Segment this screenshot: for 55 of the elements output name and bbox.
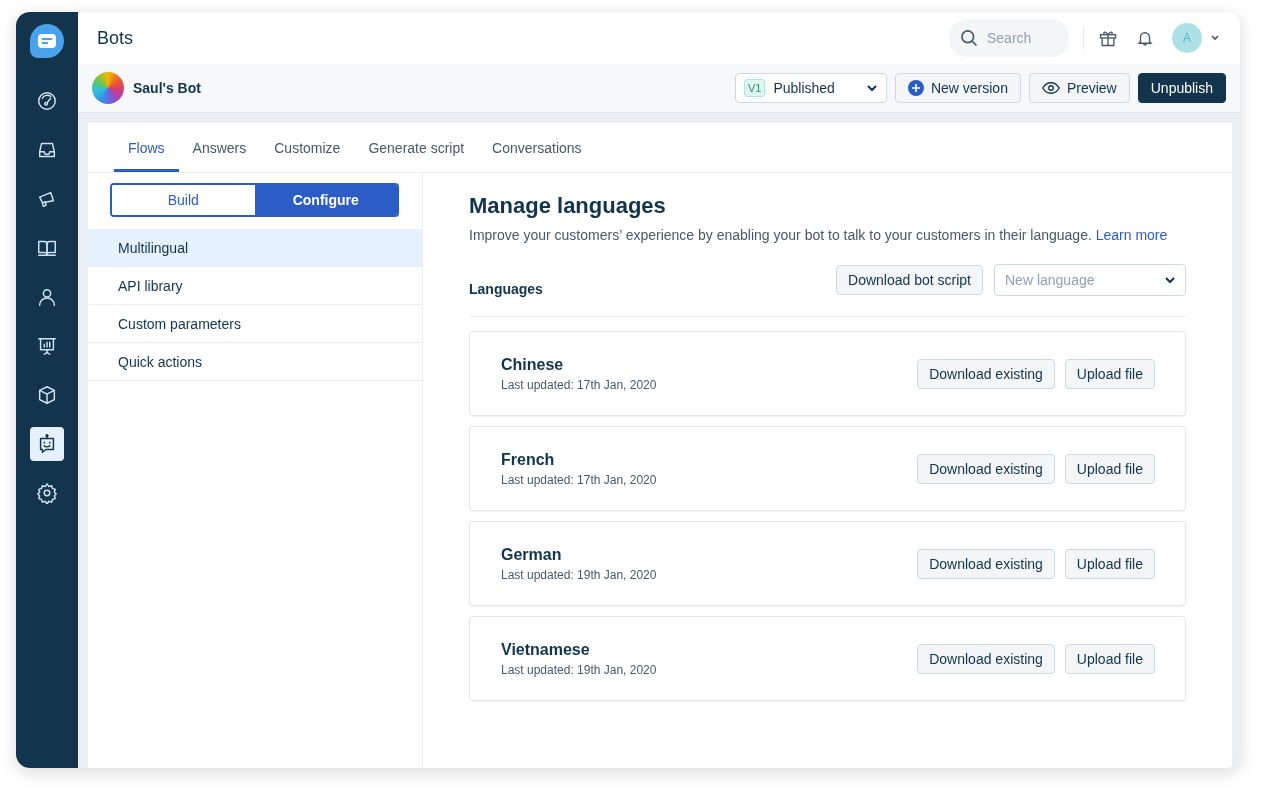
chevron-down-icon[interactable] bbox=[1210, 34, 1220, 42]
tab[interactable]: Answers bbox=[178, 123, 261, 172]
gift-icon bbox=[1098, 28, 1118, 48]
gauge-icon bbox=[36, 90, 58, 112]
page-title: Bots bbox=[97, 27, 135, 49]
presentation-chart-icon bbox=[36, 335, 58, 357]
language-name: French bbox=[501, 450, 556, 469]
unpublish-button[interactable]: Unpublish bbox=[1137, 73, 1226, 103]
last-updated-text: Last updated: 17th Jan, 2020 bbox=[501, 472, 658, 487]
chevron-down-icon bbox=[865, 84, 878, 92]
new-version-button[interactable]: New version bbox=[894, 73, 1021, 103]
upload-file-button[interactable]: Upload file bbox=[1064, 643, 1155, 674]
settings-icon bbox=[36, 482, 58, 504]
tab[interactable]: Generate script bbox=[354, 123, 479, 172]
tab[interactable]: Conversations bbox=[478, 123, 596, 172]
language-name: Chinese bbox=[501, 355, 565, 374]
last-updated-text: Last updated: 17th Jan, 2020 bbox=[501, 377, 658, 392]
version-dropdown[interactable]: V1 Published bbox=[734, 73, 887, 103]
chevron-down-icon[interactable] bbox=[1164, 276, 1176, 284]
last-updated-text: Last updated: 19th Jan, 2020 bbox=[501, 662, 658, 677]
languages-label: Languages bbox=[469, 280, 544, 297]
search-field[interactable]: Search bbox=[949, 19, 1069, 57]
upload-file-button[interactable]: Upload file bbox=[1064, 453, 1155, 484]
plus-circle-icon bbox=[907, 80, 924, 96]
bot-name: Saul's Bot bbox=[133, 80, 202, 96]
section-description: Improve your customers’ experience by enabling your bot to talk to your customers in their language. Learn more bbox=[469, 227, 1169, 243]
section-title: Manage languages bbox=[469, 193, 667, 219]
mode-toggle-option[interactable]: Configure bbox=[254, 185, 397, 215]
bot-nav-item[interactable] bbox=[30, 427, 64, 461]
search-icon bbox=[959, 28, 979, 48]
bell-icon bbox=[1136, 29, 1154, 47]
upload-file-button[interactable]: Upload file bbox=[1064, 358, 1155, 389]
download-bot-script-button[interactable]: Download bot script bbox=[836, 265, 983, 295]
app-logo-icon[interactable] bbox=[30, 24, 64, 58]
preview-button[interactable]: Preview bbox=[1028, 73, 1130, 103]
language-name: Vietnamese bbox=[501, 640, 591, 659]
gift-button[interactable] bbox=[1098, 28, 1118, 48]
person-icon bbox=[36, 286, 58, 308]
language-name: German bbox=[501, 545, 563, 564]
notifications-button[interactable] bbox=[1136, 29, 1154, 47]
new-language-dropdown[interactable]: New language bbox=[994, 264, 1186, 296]
download-existing-button[interactable]: Download existing bbox=[917, 358, 1055, 389]
version-badge: V1 bbox=[743, 79, 766, 97]
box-icon bbox=[36, 384, 58, 406]
download-existing-button[interactable]: Download existing bbox=[917, 643, 1055, 674]
download-existing-button[interactable]: Download existing bbox=[917, 548, 1055, 579]
bot-avatar bbox=[92, 72, 124, 104]
eye-icon bbox=[1041, 81, 1060, 95]
download-existing-button[interactable]: Download existing bbox=[917, 453, 1055, 484]
tab[interactable]: Customize bbox=[260, 123, 355, 172]
last-updated-text: Last updated: 19th Jan, 2020 bbox=[501, 567, 658, 582]
tab[interactable]: Flows bbox=[114, 123, 179, 172]
learn-more-link[interactable]: Learn more bbox=[1095, 227, 1168, 243]
upload-file-button[interactable]: Upload file bbox=[1064, 548, 1155, 579]
settings-menu-item[interactable]: Multilingual bbox=[88, 229, 422, 267]
